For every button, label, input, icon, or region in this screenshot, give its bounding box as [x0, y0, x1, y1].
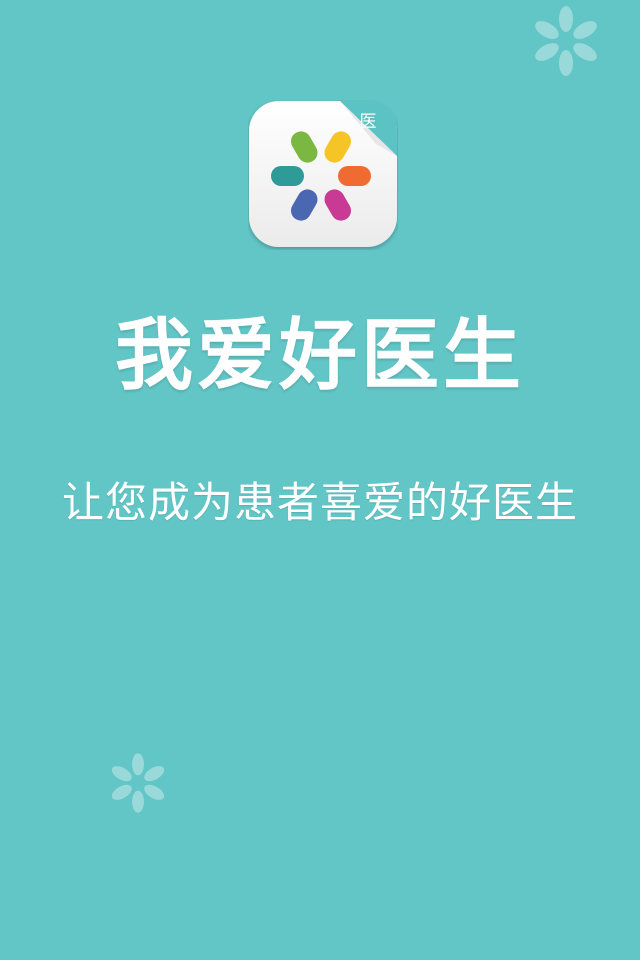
tagline: 让您成为患者喜爱的好医生	[61, 478, 578, 527]
icon-badge-text: 医	[360, 112, 377, 132]
app-title: 我爱好医生	[114, 310, 525, 401]
asterisk-flower-icon	[111, 753, 165, 813]
splash-screen: 医 我爱好医生 让您成为患者喜爱的好医生	[0, 0, 640, 960]
app-logo-icon: 医	[249, 101, 397, 247]
asterisk-flower-icon	[535, 6, 597, 76]
